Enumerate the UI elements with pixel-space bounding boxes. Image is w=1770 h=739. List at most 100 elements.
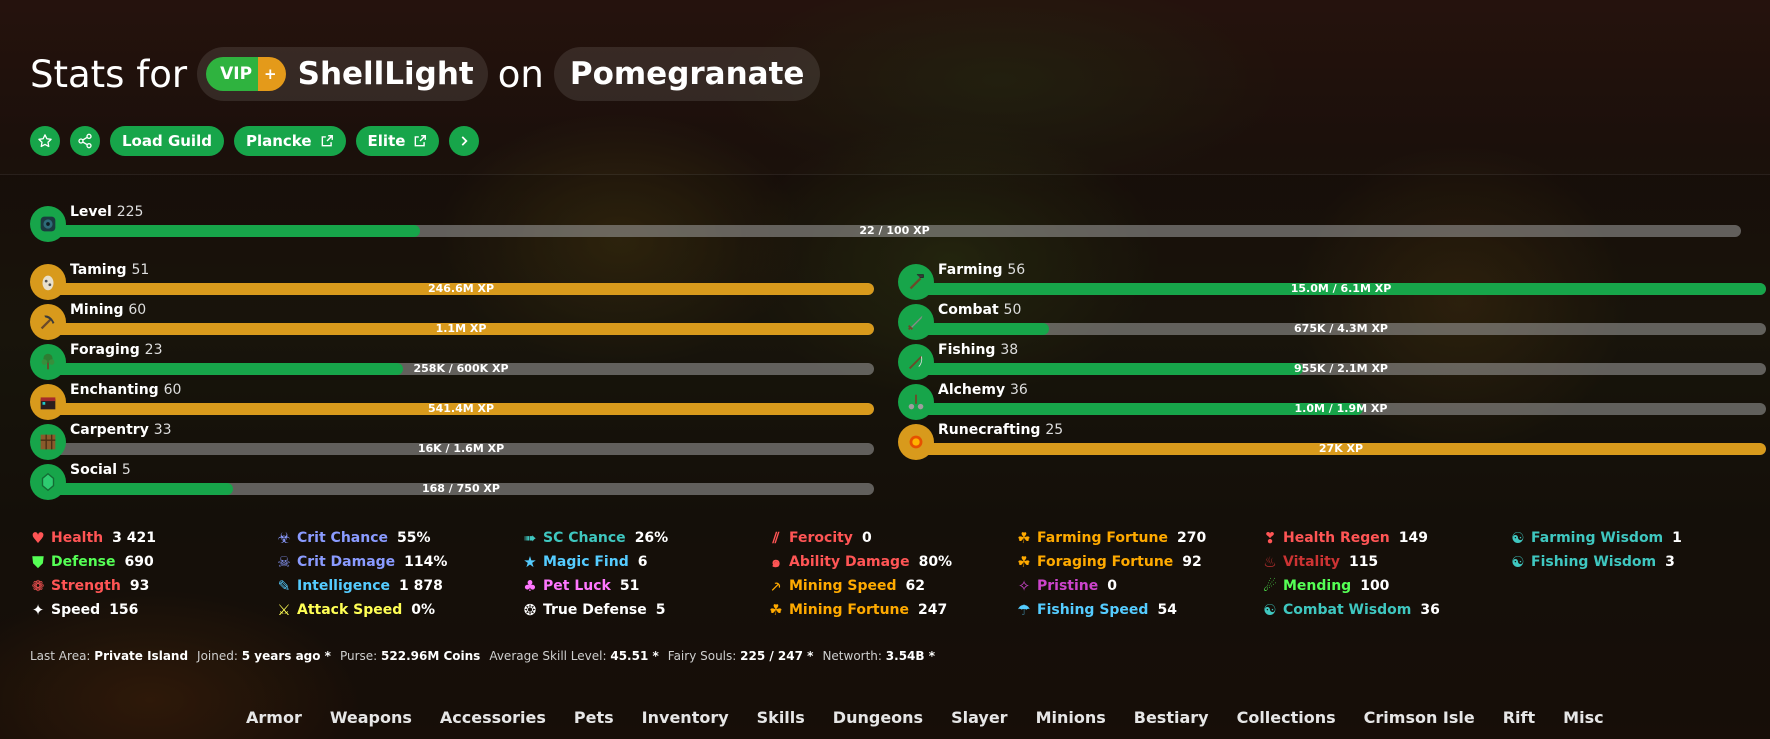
info-value: Private Island <box>94 649 189 663</box>
skill-bar-fishing: Fishing 38 955K / 2.1M XP <box>898 342 1766 380</box>
level-name: Level <box>70 204 112 220</box>
stat-name: SC Chance <box>543 530 626 546</box>
stat-value: 149 <box>1398 530 1428 546</box>
nav-bestiary[interactable]: Bestiary <box>1134 708 1209 727</box>
stat-ferocity[interactable]: ⫽ Ferocity 0 <box>768 528 872 548</box>
stat-health-regen[interactable]: ❣ Health Regen 149 <box>1262 528 1428 548</box>
nav-weapons[interactable]: Weapons <box>330 708 412 727</box>
profile-pill[interactable]: Pomegranate <box>553 47 821 101</box>
ability-damage-icon: ๑ <box>771 553 781 571</box>
info-key: Average Skill Level: <box>489 649 607 663</box>
stat-speed[interactable]: ✦ Speed 156 <box>30 600 139 620</box>
strength-icon: ❁ <box>31 577 45 595</box>
skill-label: Carpentry 33 <box>70 422 172 438</box>
skill-xp: 16K / 1.6M XP <box>417 442 505 455</box>
sapling-icon <box>30 344 66 380</box>
stat-mining-fortune[interactable]: ☘ Mining Fortune 247 <box>768 600 947 620</box>
skill-level: 36 <box>1009 382 1028 398</box>
stat-crit-chance[interactable]: ☣ Crit Chance 55% <box>276 528 430 548</box>
magma-cream-icon <box>898 424 934 460</box>
nav-rift[interactable]: Rift <box>1503 708 1535 727</box>
emerald-icon <box>30 464 66 500</box>
skill-xp: 675K / 4.3M XP <box>1294 322 1388 335</box>
stat-name: Combat Wisdom <box>1283 602 1412 618</box>
stat-true-defense[interactable]: ❂ True Defense 5 <box>522 600 666 620</box>
stat-foraging-fortune[interactable]: ☘ Foraging Fortune 92 <box>1016 552 1202 572</box>
title-connector: on <box>497 52 544 96</box>
nav-skills[interactable]: Skills <box>757 708 805 727</box>
stat-name: Mining Speed <box>789 578 897 594</box>
stat-value: 3 421 <box>112 530 156 546</box>
stat-value: 0% <box>411 602 436 618</box>
player-pill[interactable]: VIP + ShellLight <box>197 47 488 101</box>
stat-crit-damage[interactable]: ☠ Crit Damage 114% <box>276 552 447 572</box>
stat-defense[interactable]: ⛊ Defense 690 <box>30 552 154 572</box>
pickaxe-icon <box>30 304 66 340</box>
stat-value: 0 <box>1107 578 1117 594</box>
skill-xp: 1.0M / 1.9M XP <box>1294 402 1388 415</box>
nav-misc[interactable]: Misc <box>1563 708 1603 727</box>
more-button[interactable] <box>449 126 480 156</box>
skill-level: 25 <box>1045 422 1064 438</box>
info-value: 3.54B * <box>885 649 935 663</box>
nav-inventory[interactable]: Inventory <box>642 708 729 727</box>
nav-accessories[interactable]: Accessories <box>440 708 546 727</box>
stat-fishing-wisdom[interactable]: ☯ Fishing Wisdom 3 <box>1510 552 1675 572</box>
skill-bar-farming: Farming 56 15.0M / 6.1M XP <box>898 262 1766 300</box>
info-key: Networth: <box>822 649 882 663</box>
stat-value: 690 <box>124 554 154 570</box>
stat-name: Pet Luck <box>543 578 611 594</box>
nav-armor[interactable]: Armor <box>246 708 302 727</box>
nav-crimson-isle[interactable]: Crimson Isle <box>1364 708 1475 727</box>
favorite-button[interactable] <box>30 126 60 156</box>
level-bar: Level 225 22 / 100 XP <box>30 204 1741 242</box>
stat-magic-find[interactable]: ★ Magic Find 6 <box>522 552 647 572</box>
nav-dungeons[interactable]: Dungeons <box>833 708 923 727</box>
skill-level: 60 <box>128 302 147 318</box>
skill-name: Farming <box>938 262 1003 278</box>
stat-intelligence[interactable]: ✎ Intelligence 1 878 <box>276 576 443 596</box>
stat-name: Crit Chance <box>297 530 388 546</box>
skill-level: 50 <box>1003 302 1022 318</box>
nav-slayer[interactable]: Slayer <box>951 708 1007 727</box>
stat-name: Speed <box>51 602 101 618</box>
intelligence-icon: ✎ <box>277 577 291 595</box>
pristine-icon: ✧ <box>1017 577 1031 595</box>
share-button[interactable] <box>70 126 100 156</box>
stat-strength[interactable]: ❁ Strength 93 <box>30 576 150 596</box>
stat-name: Ferocity <box>789 530 853 546</box>
stat-pet-luck[interactable]: ♣ Pet Luck 51 <box>522 576 639 596</box>
skill-name: Carpentry <box>70 422 149 438</box>
skill-xp: 258K / 600K XP <box>413 362 509 375</box>
stat-ability-damage[interactable]: ๑ Ability Damage 80% <box>768 552 952 572</box>
stat-combat-wisdom[interactable]: ☯ Combat Wisdom 36 <box>1262 600 1440 620</box>
sword-icon <box>898 304 934 340</box>
stat-name: True Defense <box>543 602 647 618</box>
load-guild-button[interactable]: Load Guild <box>110 126 224 156</box>
stat-farming-fortune[interactable]: ☘ Farming Fortune 270 <box>1016 528 1206 548</box>
elite-button[interactable]: Elite <box>355 126 440 156</box>
nav-minions[interactable]: Minions <box>1036 708 1106 727</box>
spawn-egg-icon <box>30 264 66 300</box>
load-guild-label: Load Guild <box>122 132 212 150</box>
nav-collections[interactable]: Collections <box>1237 708 1336 727</box>
info-value: 45.51 * <box>610 649 659 663</box>
info-key: Joined: <box>197 649 238 663</box>
stat-pristine[interactable]: ✧ Pristine 0 <box>1016 576 1117 596</box>
stat-fishing-speed[interactable]: ☂ Fishing Speed 54 <box>1016 600 1177 620</box>
stat-name: Attack Speed <box>297 602 403 618</box>
stat-name: Magic Find <box>543 554 629 570</box>
stat-attack-speed[interactable]: ⚔ Attack Speed 0% <box>276 600 435 620</box>
stat-sc-chance[interactable]: ➠ SC Chance 26% <box>522 528 669 548</box>
stat-mending[interactable]: ☄ Mending 100 <box>1262 576 1389 596</box>
plancke-button[interactable]: Plancke <box>233 126 346 156</box>
rank-plus: + <box>258 57 286 91</box>
nav-pets[interactable]: Pets <box>574 708 614 727</box>
heart-icon: ♥ <box>31 529 45 547</box>
ferocity-icon: ⫽ <box>772 529 780 547</box>
stat-farming-wisdom[interactable]: ☯ Farming Wisdom 1 <box>1510 528 1682 548</box>
stat-vitality[interactable]: ♨ Vitality 115 <box>1262 552 1378 572</box>
stat-health[interactable]: ♥ Health 3 421 <box>30 528 156 548</box>
skill-bar-carpentry: Carpentry 33 16K / 1.6M XP <box>30 422 874 460</box>
stat-mining-speed[interactable]: ⸕ Mining Speed 62 <box>768 576 925 596</box>
